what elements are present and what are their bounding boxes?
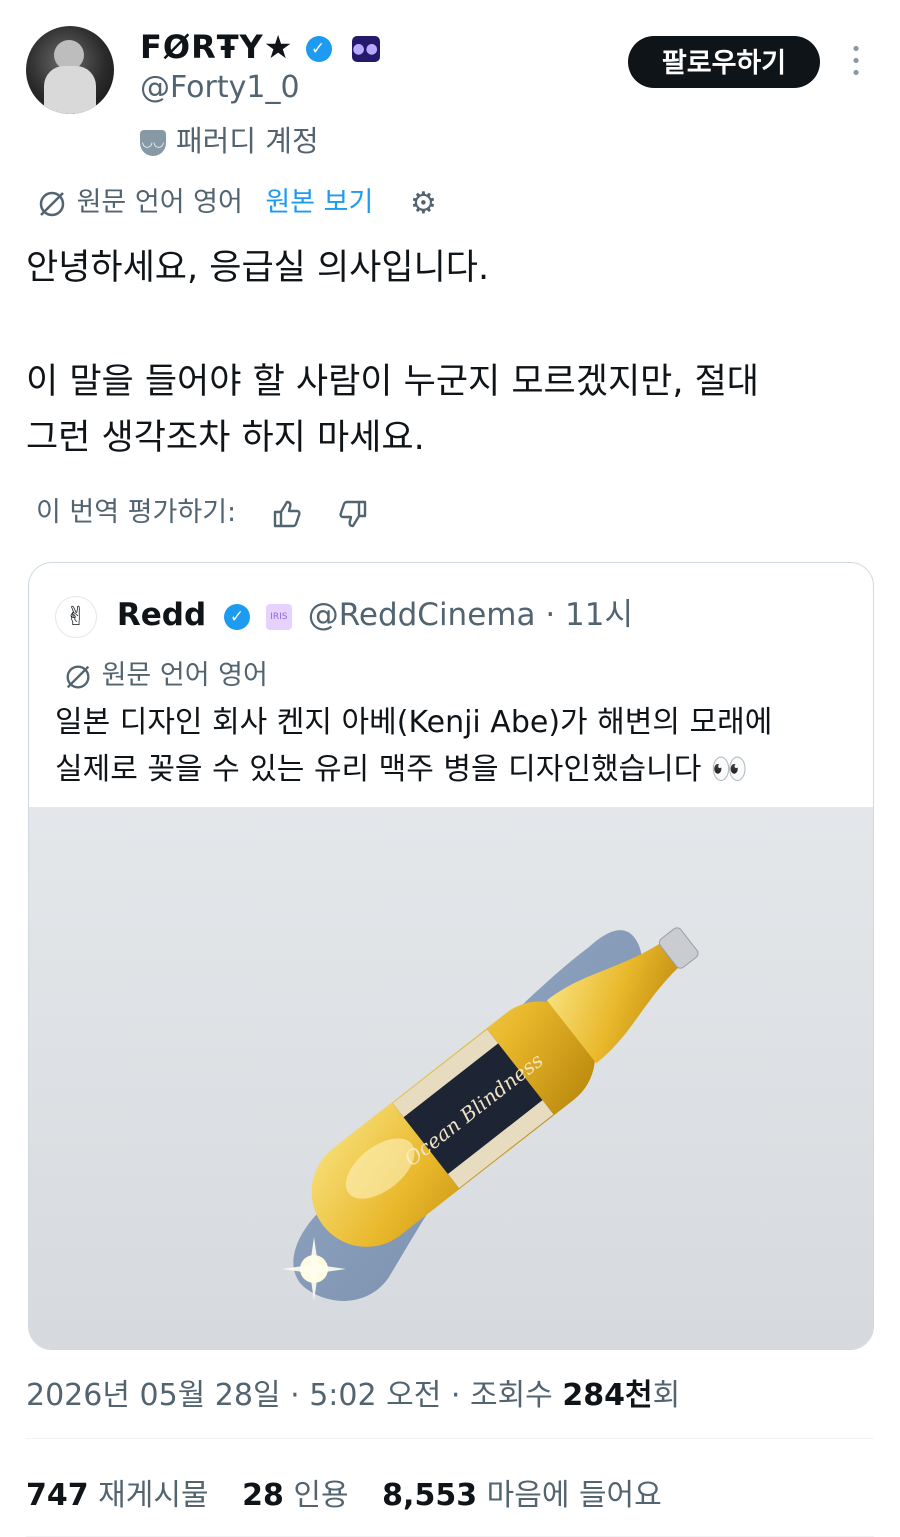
likes-count: 8,553 [382,1478,478,1513]
author-display-name[interactable]: FØRŦY★ [140,28,293,66]
reposts-label: 재게시물 [98,1478,209,1513]
reposts-stat[interactable]: 747 재게시물 [26,1478,209,1513]
likes-label: 마음에 들어요 [486,1478,662,1513]
quoted-time[interactable]: 11시 [565,597,633,633]
show-original-link[interactable]: 원본 보기 [265,187,373,218]
quoted-line: 일본 디자인 회사 켄지 아베(Kenji Abe)가 해변의 모래에 [55,705,773,740]
quotes-stat[interactable]: 28 인용 [242,1478,349,1513]
quoted-line: 실제로 꽂을 수 있는 유리 맥주 병을 디자인했습니다 👀 [55,752,749,787]
quotes-label: 인용 [293,1478,349,1513]
thumbs-down-icon[interactable] [337,498,369,530]
post-time: 5:02 오전 [309,1378,442,1413]
quoted-name[interactable]: Redd [117,597,206,633]
tweet-text: 안녕하세요, 응급실 의사입니다. 이 말을 들어야 할 사람이 누군지 모르겠… [26,240,866,466]
affiliate-badge-icon[interactable]: ●● [351,36,380,62]
likes-stat[interactable]: 8,553 마음에 들어요 [382,1478,662,1513]
gear-icon[interactable]: ⚙ [410,186,437,221]
separator-dot: · [545,597,556,633]
tweet-line: 그런 생각조차 하지 마세요. [26,418,425,458]
translation-bar: 원문 언어 영어 원본 보기 ⚙ [36,180,437,221]
avatar-body [44,66,96,114]
verified-badge-icon: ✓ [305,36,332,62]
tweet-line: 이 말을 들어야 할 사람이 누군지 모르겠지만, 절대 [26,362,760,402]
reposts-count: 747 [26,1478,89,1513]
globe-slash-icon [66,665,90,688]
parody-label: ◡◡ 패러디 계정 [140,118,319,160]
rate-translation: 이 번역 평가하기: [36,490,369,530]
views-suffix: 회 [652,1378,681,1413]
quoted-text: 일본 디자인 회사 켄지 아베(Kenji Abe)가 해변의 모래에 실제로 … [55,699,855,793]
tweet-timestamp[interactable]: 2026년 05월 28일 · 5:02 오전 · 조회수 284천회 [26,1370,680,1414]
quoted-translation-bar: 원문 언어 영어 [63,653,268,692]
affiliate-badge-icon[interactable]: IRIS [265,603,292,630]
quoted-header: ✌ Redd ✓ IRIS @ReddCinema · 11시 [55,589,633,638]
views-label: 조회수 [469,1378,553,1413]
engagement-stats: 747 재게시물 28 인용 8,553 마음에 들어요 [26,1470,686,1514]
separator-dot: · [290,1378,300,1413]
source-language-text: 원문 언어 영어 [101,660,268,691]
quoted-handle[interactable]: @ReddCinema [308,597,536,633]
tweet-line: 안녕하세요, 응급실 의사입니다. [26,248,490,288]
more-options-icon[interactable]: • • • [850,41,862,83]
parody-mask-icon: ◡◡ [140,130,166,156]
author-avatar[interactable] [26,26,114,114]
globe-slash-icon [39,191,65,216]
source-language-text: 원문 언어 영어 [76,187,243,218]
quoted-tweet[interactable]: ✌ Redd ✓ IRIS @ReddCinema · 11시 원문 언어 영어… [28,562,874,1350]
quotes-count: 28 [242,1478,284,1513]
parody-label-text: 패러디 계정 [176,124,319,158]
quoted-media-image[interactable]: Ocean Blindness [29,807,873,1349]
author-handle[interactable]: @Forty1_0 [140,70,300,105]
rate-translation-label: 이 번역 평가하기: [36,497,237,528]
verified-badge-icon: ✓ [224,603,250,630]
follow-button[interactable]: 팔로우하기 [628,36,820,88]
views-value: 284천 [562,1378,653,1413]
thumbs-up-icon[interactable] [271,498,303,530]
post-date: 2026년 05월 28일 [26,1378,281,1413]
quoted-avatar[interactable]: ✌ [55,595,97,638]
beer-bottle-illustration: Ocean Blindness [29,807,873,1349]
author-name-row[interactable]: FØRŦY★ ✓ ●● [140,28,380,66]
divider [26,1438,874,1439]
separator-dot: · [450,1378,461,1413]
